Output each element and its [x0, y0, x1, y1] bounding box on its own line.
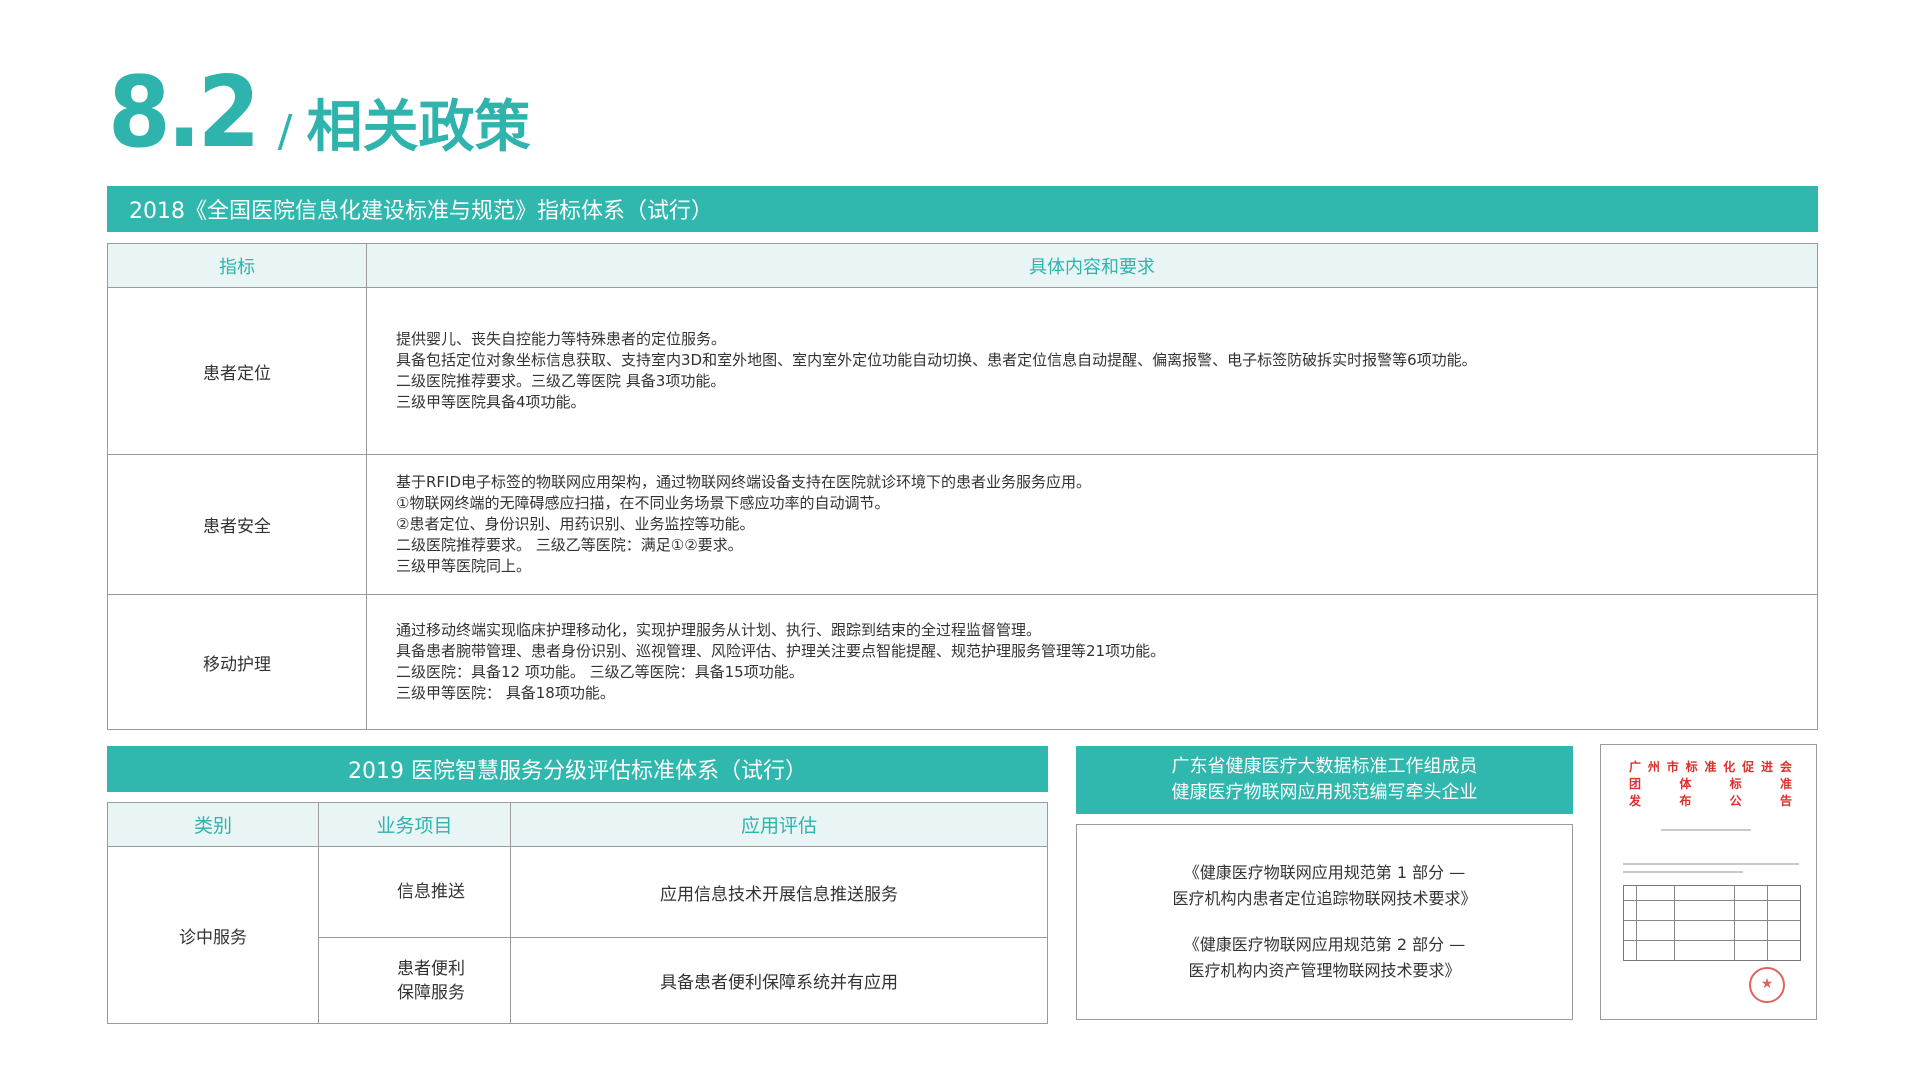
column-header-indicator: 指标 — [107, 243, 367, 288]
content-line: 提供婴儿、丧失自控能力等特殊患者的定位服务。 — [396, 330, 727, 348]
content-line: 通过移动终端实现临床护理移动化，实现护理服务从计划、执行、跟踪到结束的全过程监督… — [396, 621, 1042, 639]
content-cell: 提供婴儿、丧失自控能力等特殊患者的定位服务。 具备包括定位对象坐标信息获取、支持… — [366, 287, 1818, 455]
content-line: 二级医院推荐要求。三级乙等医院 具备3项功能。 — [396, 372, 726, 390]
content-line: ①物联网终端的无障碍感应扫描，在不同业务场景下感应功率的自动调节。 — [396, 494, 890, 512]
table-row: 患者定位 提供婴儿、丧失自控能力等特殊患者的定位服务。 具备包括定位对象坐标信息… — [107, 287, 1818, 455]
indicator-cell: 患者安全 — [107, 454, 367, 595]
content-line: 三级甲等医院同上。 — [396, 557, 532, 575]
table-row: 移动护理 通过移动终端实现临床护理移动化，实现护理服务从计划、执行、跟踪到结束的… — [107, 594, 1818, 730]
table-row: 诊中服务 信息推送 应用信息技术开展信息推送服务 — [107, 846, 1048, 1024]
indicator-cell: 移动护理 — [107, 594, 367, 730]
section-title: 相关政策 — [306, 95, 531, 160]
section-number: 8.2 — [108, 56, 260, 170]
content-cell: 通过移动终端实现临床护理移动化，实现护理服务从计划、执行、跟踪到结束的全过程监督… — [366, 594, 1818, 730]
title-divider: / — [277, 106, 293, 157]
working-group-banner: 广东省健康医疗大数据标准工作组成员 健康医疗物联网应用规范编写牵头企业 — [1076, 746, 1573, 814]
content-line: 三级甲等医院具备4项功能。 — [396, 393, 586, 411]
content-line: 具备包括定位对象坐标信息获取、支持室内3D和室外地图、室内室外定位功能自动切换、… — [396, 351, 1477, 369]
standard-documents-box: 《健康医疗物联网应用规范第 1 部分 — 医疗机构内患者定位追踪物联网技术要求》… — [1076, 824, 1573, 1020]
content-line: 基于RFID电子标签的物联网应用架构，通过物联网终端设备支持在医院就诊环境下的患… — [396, 473, 1092, 491]
item-cell: 患者便利 保障服务 — [318, 937, 511, 1024]
document-title: 《健康医疗物联网应用规范第 1 部分 — 医疗机构内患者定位追踪物联网技术要求》 — [1172, 860, 1476, 912]
content-line: 二级医院推荐要求。 三级乙等医院：满足①②要求。 — [396, 536, 743, 554]
seal-stamp-icon: ★ — [1749, 967, 1785, 1003]
item-line: 信息推送 — [397, 882, 465, 902]
indicator-cell: 患者定位 — [107, 287, 367, 455]
page-title: 8.2 / 相关政策 — [108, 64, 530, 162]
column-header-item: 业务项目 — [318, 802, 511, 847]
banner-line: 健康医疗物联网应用规范编写牵头企业 — [1171, 782, 1478, 803]
item-cell: 信息推送 — [318, 846, 511, 938]
column-header-evaluation: 应用评估 — [510, 802, 1048, 847]
document-line: 《健康医疗物联网应用规范第 2 部分 — — [1183, 935, 1466, 954]
content-line: 具备患者腕带管理、患者身份识别、巡视管理、风险评估、护理关注要点智能提醒、规范护… — [396, 642, 1166, 660]
document-line: 医疗机构内患者定位追踪物联网技术要求》 — [1172, 889, 1477, 908]
announcement-table — [1623, 885, 1801, 961]
table-row: 患者安全 基于RFID电子标签的物联网应用架构，通过物联网终端设备支持在医院就诊… — [107, 454, 1818, 595]
document-line: 《健康医疗物联网应用规范第 1 部分 — — [1183, 863, 1466, 882]
category-cell: 诊中服务 — [107, 846, 319, 1024]
announcement-header: 广州市标准化促进会 团体标准 发布公告 — [1629, 760, 1792, 808]
evaluation-cell: 应用信息技术开展信息推送服务 — [510, 846, 1048, 938]
content-line: 三级甲等医院： 具备18项功能。 — [396, 684, 615, 702]
document-line: 医疗机构内资产管理物联网技术要求》 — [1188, 961, 1461, 980]
column-header-category: 类别 — [107, 802, 319, 847]
item-line: 患者便利 — [397, 958, 465, 979]
standard-2018-table: 指标 具体内容和要求 患者定位 提供婴儿、丧失自控能力等特殊患者的定位服务。 具… — [107, 243, 1818, 730]
standard-2018-banner: 2018《全国医院信息化建设标准与规范》指标体系（试行） — [107, 186, 1818, 232]
standard-2019-table: 类别 业务项目 应用评估 诊中服务 信息推送 应用信息技术开展信息推送服务 患者… — [107, 802, 1048, 1024]
item-line: 保障服务 — [397, 982, 465, 1003]
document-title: 《健康医疗物联网应用规范第 2 部分 — 医疗机构内资产管理物联网技术要求》 — [1184, 932, 1465, 984]
content-cell: 基于RFID电子标签的物联网应用架构，通过物联网终端设备支持在医院就诊环境下的患… — [366, 454, 1818, 595]
banner-line: 广东省健康医疗大数据标准工作组成员 — [1171, 756, 1478, 777]
evaluation-cell: 具备患者便利保障系统并有应用 — [510, 937, 1048, 1024]
column-header-content: 具体内容和要求 — [366, 243, 1818, 288]
standard-2019-banner: 2019 医院智慧服务分级评估标准体系（试行） — [107, 746, 1048, 792]
content-line: ②患者定位、身份识别、用药识别、业务监控等功能。 — [396, 515, 755, 533]
announcement-thumbnail: 广州市标准化促进会 团体标准 发布公告 ★ — [1600, 744, 1817, 1020]
content-line: 二级医院：具备12 项功能。 三级乙等医院：具备15项功能。 — [396, 663, 804, 681]
